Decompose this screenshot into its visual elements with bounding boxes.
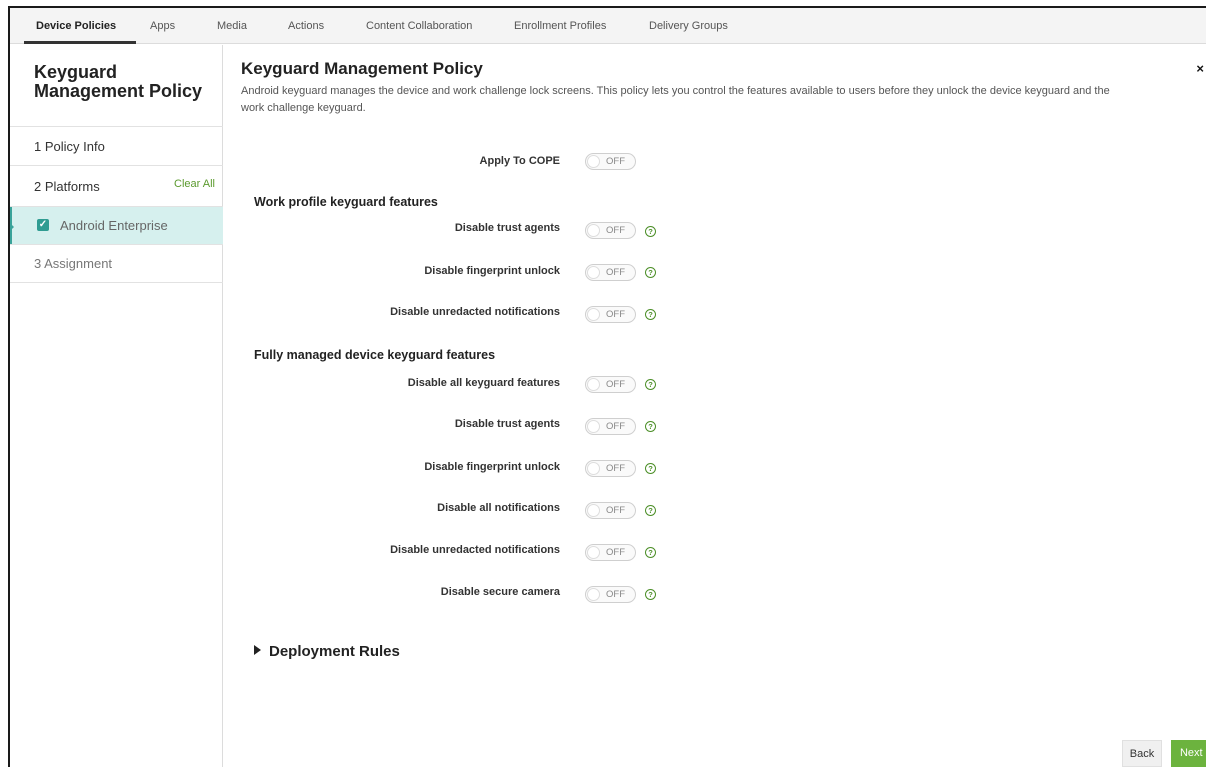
sidebar-item-label: 1 Policy Info	[34, 139, 105, 154]
fm-disable-fingerprint-label: Disable fingerprint unlock	[424, 461, 560, 473]
fm-disable-unredacted-label: Disable unredacted notifications	[390, 544, 560, 556]
toggle-state: OFF	[606, 379, 625, 390]
apply-cope-label: Apply To COPE	[479, 155, 560, 167]
tab-content-collaboration[interactable]: Content Collaboration	[366, 20, 472, 32]
deployment-rules-toggle[interactable]: Deployment Rules	[254, 643, 400, 660]
toggle-state: OFF	[606, 505, 625, 516]
close-icon[interactable]: ×	[1196, 61, 1204, 76]
tab-device-policies[interactable]: Device Policies	[36, 20, 116, 32]
help-icon[interactable]: ?	[645, 379, 656, 390]
main-content: Keyguard Management Policy Android keygu…	[224, 45, 1206, 767]
toggle-knob	[587, 546, 600, 559]
active-tab-indicator	[24, 41, 136, 44]
work-profile-heading: Work profile keyguard features	[254, 195, 438, 209]
fm-disable-unredacted-toggle[interactable]: OFF	[585, 544, 636, 561]
page-title: Keyguard Management Policy	[241, 59, 483, 78]
toggle-state: OFF	[606, 267, 625, 278]
help-icon[interactable]: ?	[645, 463, 656, 474]
page-description: Android keyguard manages the device and …	[241, 85, 1110, 114]
fm-disable-all-keyguard-label: Disable all keyguard features	[407, 377, 560, 389]
help-icon[interactable]: ?	[645, 589, 656, 600]
tab-actions[interactable]: Actions	[288, 20, 324, 32]
caret-right-icon	[254, 645, 261, 655]
sidebar-item-policy-info[interactable]: 1 Policy Info	[10, 126, 223, 165]
back-button[interactable]: Back	[1122, 740, 1162, 767]
wp-disable-fingerprint-toggle[interactable]: OFF	[585, 264, 636, 281]
fm-disable-secure-camera-label: Disable secure camera	[440, 586, 560, 598]
fm-disable-all-notifications-toggle[interactable]: OFF	[585, 502, 636, 519]
help-icon[interactable]: ?	[645, 421, 656, 432]
help-icon[interactable]: ?	[645, 505, 656, 516]
tab-media[interactable]: Media	[217, 20, 247, 32]
help-icon[interactable]: ?	[645, 547, 656, 558]
toggle-knob	[587, 504, 600, 517]
toggle-knob	[587, 378, 600, 391]
wp-disable-trust-agents-toggle[interactable]: OFF	[585, 222, 636, 239]
toggle-state: OFF	[606, 547, 625, 558]
sidebar-title: Keyguard Management Policy	[34, 62, 203, 101]
wizard-sidebar: Keyguard Management Policy 1 Policy Info…	[10, 45, 223, 767]
fm-disable-secure-camera-toggle[interactable]: OFF	[585, 586, 636, 603]
toggle-knob	[587, 155, 600, 168]
toggle-state: OFF	[606, 225, 625, 236]
fm-disable-all-notifications-label: Disable all notifications	[437, 502, 560, 514]
checkbox-checked-icon[interactable]: ✓	[37, 219, 49, 231]
tab-apps[interactable]: Apps	[150, 20, 175, 32]
next-button[interactable]: Next >	[1171, 740, 1206, 767]
fm-disable-trust-agents-label: Disable trust agents	[454, 418, 560, 430]
deployment-rules-label: Deployment Rules	[269, 643, 400, 660]
wp-disable-fingerprint-label: Disable fingerprint unlock	[424, 265, 560, 277]
sidebar-item-assignment[interactable]: 3 Assignment	[10, 244, 223, 283]
tab-enrollment-profiles[interactable]: Enrollment Profiles	[514, 20, 606, 32]
toggle-state: OFF	[606, 463, 625, 474]
toggle-knob	[587, 588, 600, 601]
tab-delivery-groups[interactable]: Delivery Groups	[649, 20, 728, 32]
app-frame: Device Policies Apps Media Actions Conte…	[8, 6, 1206, 767]
fm-disable-fingerprint-toggle[interactable]: OFF	[585, 460, 636, 477]
fm-disable-trust-agents-toggle[interactable]: OFF	[585, 418, 636, 435]
wp-disable-unredacted-label: Disable unredacted notifications	[390, 306, 560, 318]
sidebar-item-label: 2 Platforms	[34, 179, 100, 194]
fm-disable-all-keyguard-toggle[interactable]: OFF	[585, 376, 636, 393]
toggle-state: OFF	[606, 589, 625, 600]
help-icon[interactable]: ?	[645, 309, 656, 320]
fully-managed-heading: Fully managed device keyguard features	[254, 348, 496, 362]
top-tab-bar: Device Policies Apps Media Actions Conte…	[10, 8, 1206, 44]
apply-cope-toggle[interactable]: OFF	[585, 153, 636, 170]
toggle-knob	[587, 266, 600, 279]
toggle-knob	[587, 224, 600, 237]
sidebar-item-platforms[interactable]: 2 Platforms Clear All	[10, 165, 223, 206]
wp-disable-unredacted-toggle[interactable]: OFF	[585, 306, 636, 323]
help-icon[interactable]: ?	[645, 267, 656, 278]
toggle-state: OFF	[606, 156, 625, 167]
help-icon[interactable]: ?	[645, 226, 656, 237]
toggle-knob	[587, 308, 600, 321]
toggle-knob	[587, 420, 600, 433]
toggle-state: OFF	[606, 421, 625, 432]
selection-marker-icon	[10, 223, 14, 231]
toggle-knob	[587, 462, 600, 475]
wp-disable-trust-agents-label: Disable trust agents	[454, 222, 560, 234]
sidebar-item-label: Android Enterprise	[60, 218, 168, 233]
sidebar-item-android-enterprise[interactable]: ✓ Android Enterprise	[10, 206, 223, 244]
sidebar-item-label: 3 Assignment	[34, 256, 113, 271]
clear-all-link[interactable]: Clear All	[174, 178, 215, 190]
toggle-state: OFF	[606, 309, 625, 320]
